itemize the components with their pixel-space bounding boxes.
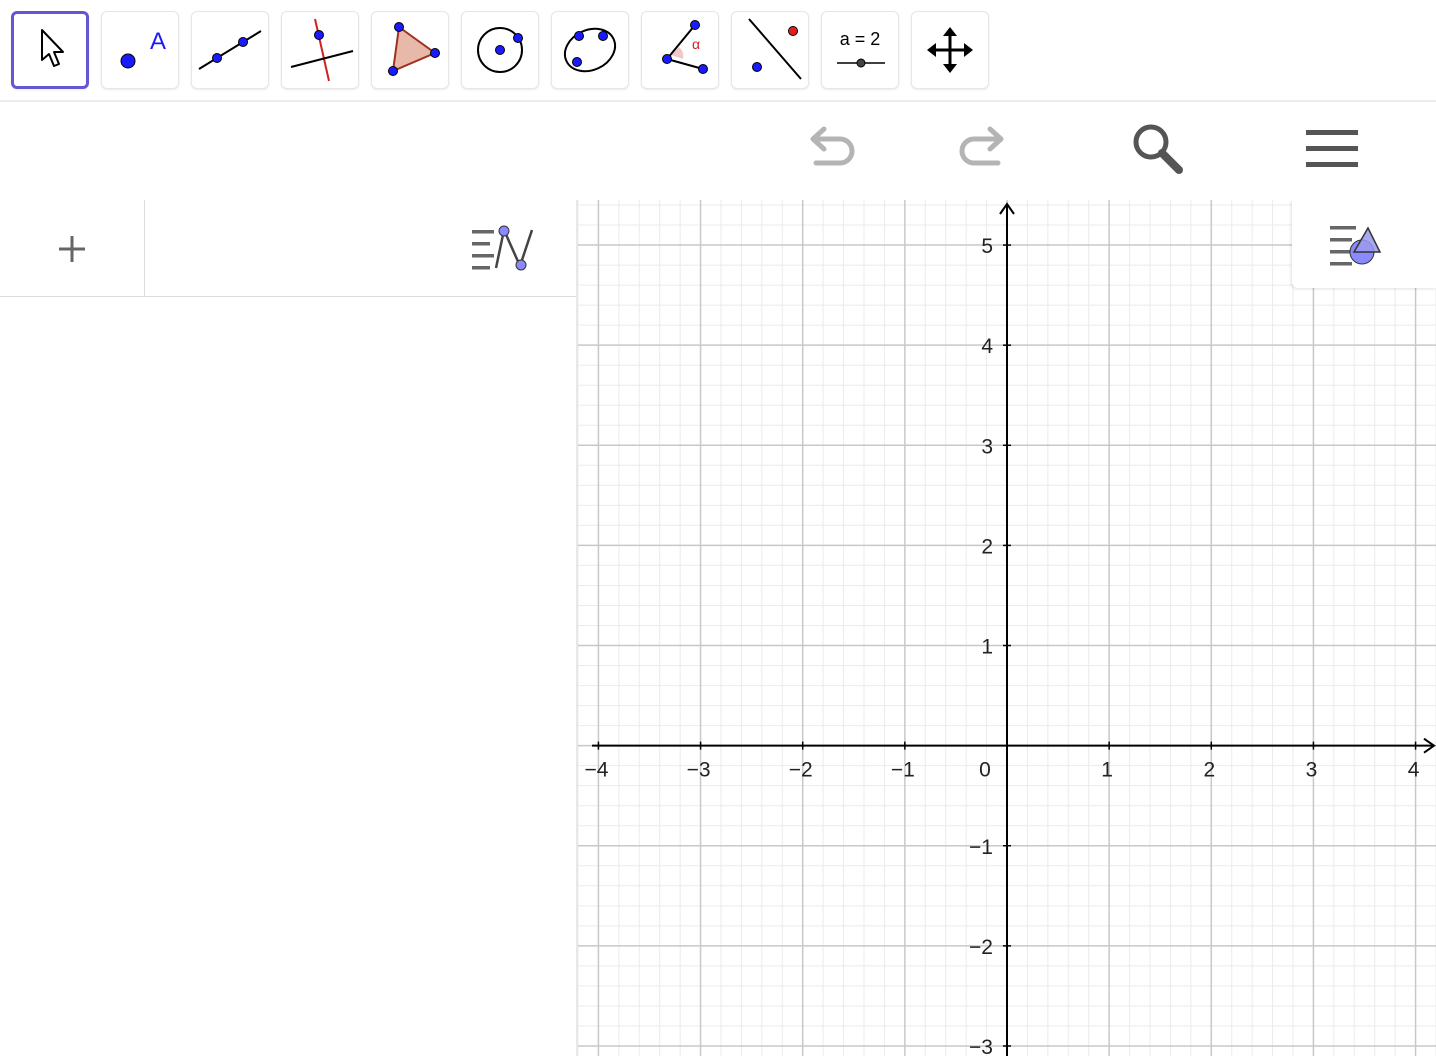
x-tick-label: 2	[1203, 759, 1215, 782]
move-tool-button[interactable]	[11, 11, 89, 89]
plus-icon	[59, 236, 85, 262]
reflect-tool-button[interactable]	[731, 11, 809, 89]
x-tick-label: 0	[979, 759, 991, 782]
reflect-icon	[748, 18, 802, 80]
y-tick-label: 4	[981, 335, 993, 358]
x-tick-label: −1	[891, 759, 915, 782]
y-tick-label: −1	[969, 836, 993, 859]
y-tick-label: 5	[981, 235, 993, 258]
angle-tool-button[interactable]: α	[641, 11, 719, 89]
graphics-style-icon	[1330, 226, 1382, 266]
circle-icon	[477, 27, 523, 73]
x-axis-labels: −4 −3 −2 −1 0 1 2 3 4	[584, 759, 1419, 782]
line-icon	[198, 30, 262, 70]
coordinate-grid[interactable]: −4 −3 −2 −1 0 1 2 3 4 −3 −2 −1 1 2 3 4 5	[578, 200, 1436, 1056]
line-tool-button[interactable]	[191, 11, 269, 89]
axes	[592, 202, 1436, 1056]
undo-button[interactable]	[790, 114, 870, 184]
perpendicular-line-icon	[290, 18, 354, 82]
polygon-icon	[388, 22, 440, 76]
slider-tool-label: a = 2	[840, 29, 881, 49]
polygon-tool-button[interactable]	[371, 11, 449, 89]
redo-button[interactable]	[944, 114, 1024, 184]
y-tick-label: −2	[969, 936, 993, 959]
angle-tool-label: α	[692, 36, 700, 52]
arrow-cursor-icon	[41, 29, 64, 67]
hamburger-menu-icon	[1306, 130, 1358, 167]
undo-icon	[810, 126, 855, 166]
x-tick-label: 1	[1101, 759, 1113, 782]
search-button[interactable]	[1118, 114, 1198, 184]
algebra-style-icon	[472, 225, 534, 271]
circle-center-point-tool-button[interactable]	[461, 11, 539, 89]
x-tick-label: −3	[687, 759, 711, 782]
x-tick-label: −2	[789, 759, 813, 782]
main-menu-button[interactable]	[1292, 114, 1372, 184]
algebra-view	[0, 200, 578, 1056]
perpendicular-line-tool-button[interactable]	[281, 11, 359, 89]
y-tick-label: −3	[969, 1036, 993, 1056]
search-icon	[1133, 124, 1183, 174]
x-tick-label: 3	[1306, 759, 1318, 782]
ellipse-icon	[563, 27, 617, 73]
x-tick-label: −4	[584, 759, 608, 782]
algebra-style-bar-button[interactable]	[470, 208, 578, 288]
angle-icon: α	[662, 20, 708, 74]
toolbar: A α a = 2	[0, 0, 1436, 102]
point-tool-button[interactable]: A	[101, 11, 179, 89]
header-bar	[0, 104, 1436, 200]
move-arrows-icon	[927, 27, 973, 73]
point-tool-label: A	[150, 28, 166, 55]
graphics-view[interactable]: −4 −3 −2 −1 0 1 2 3 4 −3 −2 −1 1 2 3 4 5	[578, 200, 1436, 1056]
graphics-style-bar-button[interactable]	[1292, 200, 1436, 288]
slider-icon: a = 2	[837, 29, 885, 68]
conic-through-points-tool-button[interactable]	[551, 11, 629, 89]
y-tick-label: 1	[981, 636, 993, 659]
move-graphics-view-tool-button[interactable]	[911, 11, 989, 89]
algebra-input-row[interactable]	[0, 200, 578, 297]
x-tick-label: 4	[1408, 759, 1420, 782]
add-input-button[interactable]	[0, 200, 145, 297]
point-icon: A	[120, 28, 166, 69]
y-tick-label: 3	[981, 435, 993, 458]
slider-tool-button[interactable]: a = 2	[821, 11, 899, 89]
y-tick-label: 2	[981, 535, 993, 558]
redo-icon	[959, 126, 1004, 166]
